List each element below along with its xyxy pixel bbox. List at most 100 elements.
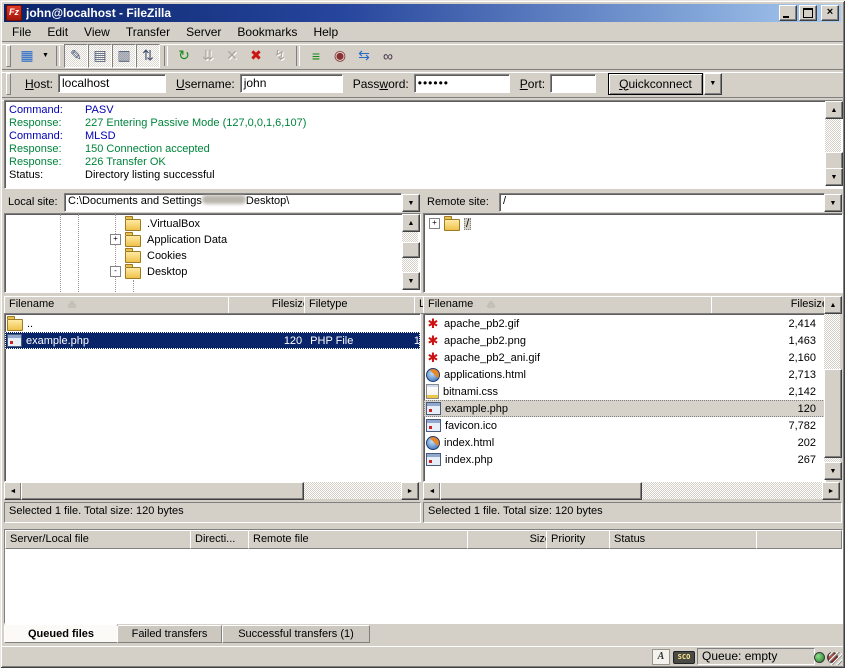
remote-column-filesize[interactable]: Filesize	[711, 296, 833, 314]
remote-row[interactable]: apache_pb2.png 1,463	[424, 332, 825, 349]
remote-site-combobox[interactable]: /	[499, 193, 825, 212]
tree-item-desktop[interactable]: Desktop	[110, 264, 189, 279]
menu-transfer[interactable]: Transfer	[118, 24, 178, 40]
host-input[interactable]: localhost	[58, 74, 166, 93]
scroll-left-icon[interactable]: ◄	[4, 482, 22, 500]
scroll-up-icon[interactable]: ▲	[824, 296, 842, 314]
remote-hscrollbar[interactable]: ◄ ►	[423, 482, 840, 499]
local-tree-scrollbar-thumb[interactable]	[402, 242, 420, 258]
remote-row[interactable]: apache_pb2.gif 2,414	[424, 315, 825, 332]
image-file-icon	[426, 334, 440, 348]
filter-icon[interactable]: ≡	[304, 44, 328, 68]
reconnect-icon[interactable]: ↯	[268, 44, 292, 68]
tree-item-virtualbox[interactable]: .VirtualBox	[110, 216, 202, 231]
local-tree-scrollbar[interactable]: ▲ ▼	[402, 214, 418, 290]
scroll-right-icon[interactable]: ►	[401, 482, 419, 500]
scroll-up-icon[interactable]: ▲	[402, 214, 420, 232]
minimize-button[interactable]	[779, 5, 797, 21]
tree-item-label[interactable]: /	[464, 218, 471, 230]
local-row-parent-dir[interactable]: ..	[5, 315, 420, 332]
tree-item-label[interactable]: .VirtualBox	[145, 218, 202, 230]
app-icon[interactable]: Fz	[6, 5, 22, 21]
toggle-message-log-icon[interactable]: ✎	[64, 44, 88, 68]
resize-grip[interactable]	[829, 652, 842, 665]
scroll-up-icon[interactable]: ▲	[825, 101, 843, 119]
tree-item-label[interactable]: Cookies	[145, 250, 189, 262]
remote-list-scrollbar-thumb[interactable]	[824, 369, 842, 458]
menu-view[interactable]: View	[76, 24, 118, 40]
find-files-icon[interactable]: ∞	[376, 44, 400, 68]
process-queue-icon[interactable]: ⇊	[196, 44, 220, 68]
remote-row[interactable]: index.html 202	[424, 434, 825, 451]
local-column-filename[interactable]: Filename	[4, 296, 238, 314]
local-column-filetype[interactable]: Filetype	[304, 296, 424, 314]
menu-help[interactable]: Help	[305, 24, 346, 40]
local-hscrollbar-thumb[interactable]	[21, 482, 304, 500]
queue-column-status[interactable]: Status	[609, 530, 766, 549]
password-input[interactable]: ••••••	[414, 74, 510, 93]
remote-hscrollbar-thumb[interactable]	[440, 482, 642, 500]
quickconnect-dropdown-icon[interactable]: ▼	[704, 73, 722, 95]
quickconnect-button[interactable]: Quickconnect	[608, 73, 703, 95]
speedlimits-indicator-icon[interactable]: SCO	[673, 651, 695, 664]
tree-item-cookies[interactable]: Cookies	[110, 248, 189, 263]
queue-column-size[interactable]: Size	[467, 530, 556, 549]
remote-list-scrollbar[interactable]: ▲ ▼	[824, 296, 840, 480]
tab-queued-files[interactable]: Queued files	[4, 624, 118, 643]
remote-row[interactable]: index.php 267	[424, 451, 825, 468]
compare-icon[interactable]: ◉	[328, 44, 352, 68]
maximize-button[interactable]	[799, 5, 817, 21]
queue-column-remote-file[interactable]: Remote file	[248, 530, 477, 549]
quickconnect-bar: Host: localhost Username: john Password:…	[4, 71, 841, 96]
sync-browsing-icon[interactable]: ⇆	[352, 44, 376, 68]
remote-row[interactable]: applications.html 2,713	[424, 366, 825, 383]
menu-file[interactable]: File	[4, 24, 39, 40]
scroll-right-icon[interactable]: ►	[822, 482, 840, 500]
toggle-local-tree-icon[interactable]: ▤	[88, 44, 112, 68]
menu-bookmarks[interactable]: Bookmarks	[229, 24, 305, 40]
port-input[interactable]	[550, 74, 596, 93]
disconnect-icon[interactable]: ✖	[244, 44, 268, 68]
site-manager-icon[interactable]: ▦	[15, 44, 39, 68]
remote-row[interactable]: apache_pb2_ani.gif 2,160	[424, 349, 825, 366]
username-input[interactable]: john	[240, 74, 343, 93]
scroll-down-icon[interactable]: ▼	[825, 168, 843, 186]
menu-server[interactable]: Server	[178, 24, 229, 40]
remote-row[interactable]: bitnami.css 2,142	[424, 383, 825, 400]
tab-failed-transfers[interactable]: Failed transfers	[117, 625, 222, 643]
quickconnect-grip[interactable]	[6, 73, 11, 95]
site-manager-dropdown-icon[interactable]: ▼	[39, 45, 52, 67]
close-button[interactable]: ×	[821, 5, 839, 21]
tree-item-label[interactable]: Application Data	[145, 234, 229, 246]
remote-row-selected[interactable]: example.php 120	[424, 400, 825, 417]
scroll-left-icon[interactable]: ◄	[423, 482, 441, 500]
scroll-down-icon[interactable]: ▼	[824, 462, 842, 480]
tree-item-application-data[interactable]: Application Data	[110, 232, 229, 247]
remote-site-dropdown-icon[interactable]: ▼	[824, 194, 842, 212]
local-column-filesize[interactable]: Filesize	[228, 296, 314, 314]
refresh-icon[interactable]: ↻	[172, 44, 196, 68]
tree-item-root[interactable]: /	[429, 216, 471, 231]
tree-item-label[interactable]: Desktop	[145, 266, 189, 278]
cancel-icon[interactable]: ✕	[220, 44, 244, 68]
toggle-remote-tree-icon[interactable]: ▥	[112, 44, 136, 68]
toolbar-grip[interactable]	[6, 45, 11, 67]
log-scrollbar[interactable]: ▲ ▼	[825, 101, 841, 186]
remote-row[interactable]: favicon.ico 7,782	[424, 417, 825, 434]
local-row-example-php[interactable]: example.php 120 PHP File 1	[5, 332, 420, 349]
username-label-rest: sername:	[185, 77, 235, 91]
datatype-indicator-icon[interactable]: A	[652, 649, 670, 665]
tab-successful-transfers[interactable]: Successful transfers (1)	[222, 625, 370, 643]
expander-icon[interactable]	[429, 218, 440, 229]
remote-column-filename[interactable]: Filename	[423, 296, 721, 314]
local-hscrollbar[interactable]: ◄ ►	[4, 482, 419, 499]
scroll-down-icon[interactable]: ▼	[402, 272, 420, 290]
local-site-combobox[interactable]: C:\Documents and SettingsDesktop\	[64, 193, 402, 212]
queue-column-server-local-file[interactable]: Server/Local file	[5, 530, 200, 549]
menu-edit[interactable]: Edit	[39, 24, 76, 40]
expander-icon[interactable]	[110, 266, 121, 277]
pane-splitter[interactable]	[419, 191, 423, 521]
toggle-queue-icon[interactable]: ⇅	[136, 44, 160, 68]
expander-icon[interactable]	[110, 234, 121, 245]
local-site-dropdown-icon[interactable]: ▼	[402, 194, 420, 212]
